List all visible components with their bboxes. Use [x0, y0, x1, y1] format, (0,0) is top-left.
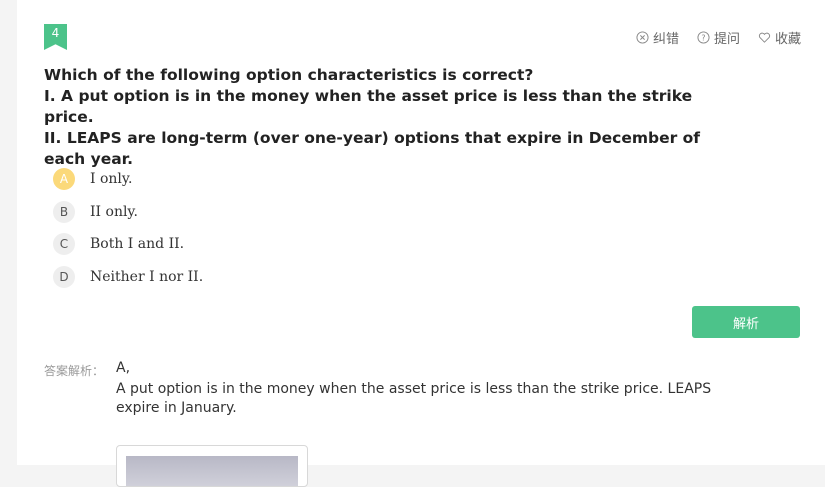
option-d-letter: D [53, 265, 75, 288]
analyze-button[interactable]: 解析 [692, 306, 800, 338]
option-c[interactable]: C Both I and II. [53, 228, 203, 261]
option-c-text: Both I and II. [90, 236, 185, 253]
question-line-1: Which of the following option characteri… [44, 66, 534, 84]
explanation-image-thumbnail[interactable] [116, 445, 308, 487]
question-text: Which of the following option characteri… [44, 65, 704, 170]
option-a-text: I only. [90, 171, 133, 188]
svg-text:?: ? [701, 33, 705, 42]
question-number-badge: 4 [44, 24, 67, 50]
question-card: 4 纠错 ? 提问 收藏 Which of the following opti… [17, 0, 825, 487]
question-actions: 纠错 ? 提问 收藏 [636, 28, 801, 47]
option-d[interactable]: D Neither I nor II. [53, 261, 203, 294]
option-b[interactable]: B II only. [53, 196, 203, 229]
option-a[interactable]: A I only. [53, 163, 203, 196]
report-error-button[interactable]: 纠错 [636, 28, 679, 47]
ask-question-label: 提问 [713, 32, 740, 47]
x-circle-icon [636, 31, 649, 44]
option-c-letter: C [53, 233, 75, 256]
favorite-label: 收藏 [774, 32, 801, 47]
question-line-2: I. A put option is in the money when the… [44, 87, 693, 126]
option-d-text: Neither I nor II. [90, 268, 204, 285]
explanation-image [126, 456, 298, 486]
option-b-letter: B [53, 200, 75, 223]
option-b-text: II only. [90, 203, 138, 220]
ask-question-button[interactable]: ? 提问 [697, 28, 740, 47]
option-a-letter: A [53, 168, 75, 191]
answer-explanation: A put option is in the money when the as… [116, 381, 712, 416]
heart-icon [758, 32, 771, 43]
favorite-button[interactable]: 收藏 [758, 28, 801, 47]
answer-analysis-label: 答案解析： [44, 364, 105, 378]
option-list: A I only. B II only. C Both I and II. D … [53, 163, 203, 293]
answer-value: A, [116, 360, 131, 376]
report-error-label: 纠错 [652, 32, 679, 47]
question-circle-icon: ? [697, 31, 710, 44]
question-number: 4 [51, 26, 60, 40]
